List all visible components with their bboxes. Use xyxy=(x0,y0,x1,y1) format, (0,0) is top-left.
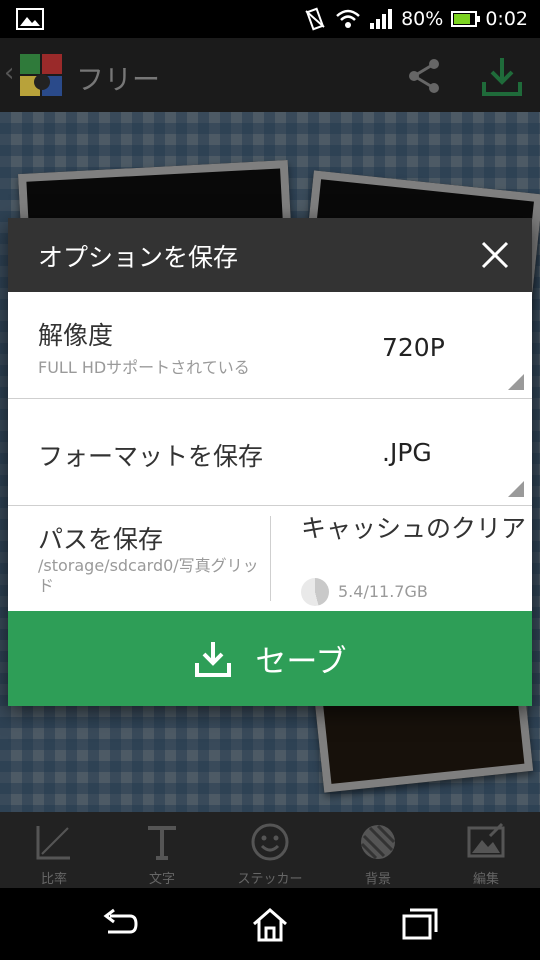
divider xyxy=(270,516,271,601)
tool-edit[interactable]: 編集 xyxy=(432,812,540,888)
battery-fill xyxy=(454,14,471,24)
dialog-header: オプションを保存 xyxy=(8,218,532,292)
tool-sticker[interactable]: ステッカー xyxy=(216,812,324,888)
format-value[interactable]: .JPG xyxy=(382,438,432,467)
back-chevron-icon[interactable]: ‹ xyxy=(4,58,14,88)
background-icon xyxy=(360,824,396,860)
battery-percent: 80% xyxy=(401,8,444,30)
gallery-notification-icon xyxy=(16,8,44,30)
spinner-indicator-icon xyxy=(508,374,524,390)
save-button[interactable]: セーブ xyxy=(8,611,532,706)
tool-label: ステッカー xyxy=(237,872,303,887)
tool-label: 文字 xyxy=(148,872,175,887)
vibrate-icon xyxy=(305,7,325,31)
text-icon xyxy=(148,826,176,860)
back-icon[interactable] xyxy=(100,906,140,942)
format-row[interactable]: フォーマットを保存 .JPG xyxy=(8,399,532,506)
status-bar: 80% 0:02 xyxy=(0,0,540,38)
battery-icon xyxy=(451,11,481,27)
wifi-icon xyxy=(336,9,360,28)
tool-label: 編集 xyxy=(472,872,499,887)
edit-icon xyxy=(467,822,505,858)
app-logo xyxy=(20,54,62,96)
download-icon[interactable] xyxy=(480,54,524,98)
tool-ratio[interactable]: 比率 xyxy=(0,812,108,888)
clear-cache-label: キャッシュのクリア xyxy=(301,514,527,543)
home-icon[interactable] xyxy=(250,906,290,942)
save-options-dialog: オプションを保存 解像度 FULL HDサポートされている 720P フォーマッ… xyxy=(8,218,532,706)
save-button-label: セーブ xyxy=(255,644,347,680)
resolution-row[interactable]: 解像度 FULL HDサポートされている 720P xyxy=(8,292,532,399)
download-icon xyxy=(195,641,232,677)
app-title: フリー xyxy=(76,63,161,96)
app-bar: ‹ フリー xyxy=(0,38,540,112)
save-path-value: /storage/sdcard0/写真グリッド xyxy=(38,556,259,595)
recent-apps-icon[interactable] xyxy=(400,906,440,942)
spinner-indicator-icon xyxy=(508,481,524,497)
bottom-toolbar: 比率 文字 ステッカー 背景 編集 xyxy=(0,812,540,888)
path-cache-row: パスを保存 /storage/sdcard0/写真グリッド キャッシュのクリア … xyxy=(8,506,532,611)
resolution-label: 解像度 xyxy=(38,321,114,350)
signal-icon xyxy=(370,9,393,29)
clock: 0:02 xyxy=(485,8,528,30)
system-nav-bar xyxy=(0,888,540,960)
share-icon[interactable] xyxy=(404,56,444,96)
close-icon[interactable] xyxy=(480,240,510,270)
cache-usage-pie-icon xyxy=(301,578,329,606)
resolution-support-note: FULL HDサポートされている xyxy=(38,358,250,377)
tool-background[interactable]: 背景 xyxy=(324,812,432,888)
tool-label: 背景 xyxy=(364,872,391,887)
sticker-icon xyxy=(251,823,289,861)
ratio-icon xyxy=(36,826,70,860)
dialog-title: オプションを保存 xyxy=(38,243,239,272)
tool-text[interactable]: 文字 xyxy=(108,812,216,888)
save-path-label: パスを保存 xyxy=(38,525,164,554)
resolution-value[interactable]: 720P xyxy=(382,333,445,362)
cache-usage-value: 5.4/11.7GB xyxy=(338,582,428,601)
format-label: フォーマットを保存 xyxy=(38,442,264,471)
tool-label: 比率 xyxy=(40,872,67,887)
